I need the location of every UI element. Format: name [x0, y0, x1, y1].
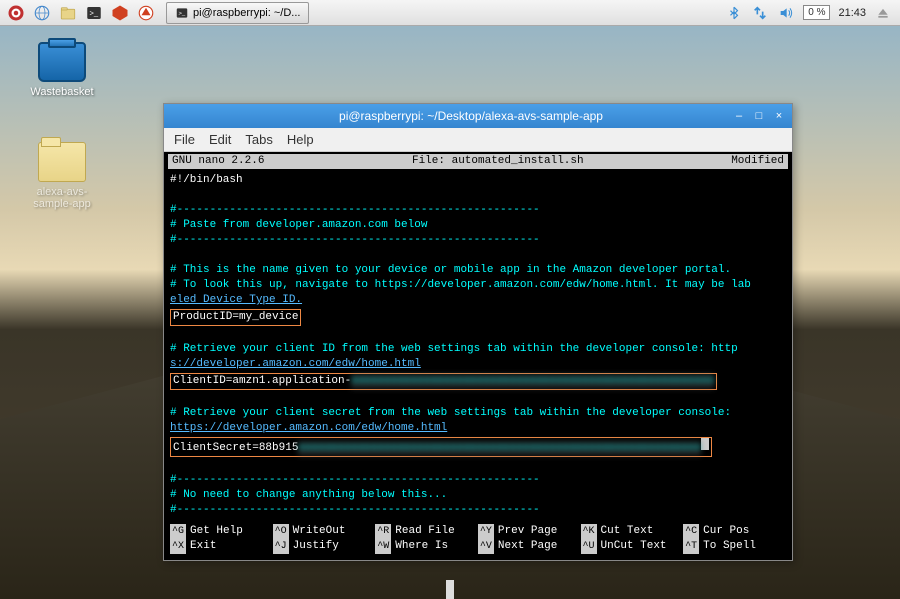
mathematica-icon[interactable] [110, 3, 130, 23]
nano-command: ^K Cut Text [581, 524, 684, 539]
desktop-icon-trash[interactable]: Wastebasket [22, 42, 102, 98]
file-manager-icon[interactable] [58, 3, 78, 23]
editor-line: #---------------------------------------… [170, 233, 786, 248]
nano-command: ^Y Prev Page [478, 524, 581, 539]
nano-key: ^G [170, 524, 186, 539]
editor-line: # Retrieve your client ID from the web s… [170, 342, 786, 357]
nano-command: ^V Next Page [478, 539, 581, 554]
editor-line: #---------------------------------------… [170, 203, 786, 218]
nano-key: ^C [683, 524, 699, 539]
maximize-button[interactable]: □ [752, 109, 766, 123]
nano-command: ^X Exit [170, 539, 273, 554]
editor-line: # No need to change anything below this.… [170, 488, 786, 503]
desktop-icon-folder[interactable]: alexa-avs-sample-app [22, 142, 102, 210]
terminal-window: pi@raspberrypi: ~/Desktop/alexa-avs-samp… [163, 103, 793, 561]
bluetooth-icon[interactable] [725, 4, 743, 22]
web-browser-icon[interactable] [32, 3, 52, 23]
volume-icon[interactable] [777, 4, 795, 22]
nano-label: Where Is [395, 539, 448, 554]
nano-label: Prev Page [498, 524, 557, 539]
cpu-usage[interactable]: 0 % [803, 5, 830, 20]
nano-label: Cur Pos [703, 524, 749, 539]
nano-label: WriteOut [293, 524, 346, 539]
taskbar-item-terminal[interactable]: >_ pi@raspberrypi: ~/D... [166, 2, 309, 24]
menu-file[interactable]: File [174, 132, 195, 147]
editor-line: #---------------------------------------… [170, 503, 786, 518]
editor-line: #!/bin/bash [170, 173, 786, 188]
editor-line: s://developer.amazon.com/edw/home.html [170, 357, 786, 372]
highlight-product-id: ProductID=my_device [170, 309, 301, 326]
nano-file: File: automated_install.sh [264, 154, 731, 169]
nano-label: Justify [293, 539, 339, 554]
editor-line: #---------------------------------------… [170, 473, 786, 488]
editor-line: # To look this up, navigate to https://d… [170, 279, 751, 291]
highlight-client-id: ClientID=amzn1.application- [173, 375, 351, 387]
nano-status: Modified [731, 154, 784, 169]
desktop-icon-label: Wastebasket [22, 86, 102, 98]
nano-label: Cut Text [601, 524, 654, 539]
redacted-text: xxxxxxxxxxxxxxxxxxxxxxxxxxxxxxxxxxxxxxxx… [351, 374, 714, 389]
nano-key: ^J [273, 539, 289, 554]
editor-line: # This is the name given to your device … [170, 263, 786, 278]
window-title: pi@raspberrypi: ~/Desktop/alexa-avs-samp… [210, 109, 732, 123]
trash-icon [38, 42, 86, 82]
editor-body[interactable]: #!/bin/bash #---------------------------… [168, 169, 788, 522]
nano-label: Read File [395, 524, 454, 539]
nano-label: UnCut Text [601, 539, 667, 554]
top-panel: >_ >_ pi@raspberrypi: ~/D... 0 % 21:43 [0, 0, 900, 26]
nano-command: ^J Justify [273, 539, 376, 554]
editor-line: https://developer.amazon.com/edw/home.ht… [170, 421, 786, 436]
terminal-icon[interactable]: >_ [84, 3, 104, 23]
text-cursor [701, 438, 709, 450]
nano-command: ^G Get Help [170, 524, 273, 539]
menubar: File Edit Tabs Help [164, 128, 792, 152]
editor-line: # Paste from developer.amazon.com below [170, 218, 786, 233]
menu-tabs[interactable]: Tabs [245, 132, 272, 147]
window-titlebar[interactable]: pi@raspberrypi: ~/Desktop/alexa-avs-samp… [164, 104, 792, 128]
editor-line: eled Device Type ID. [170, 293, 786, 308]
menu-icon[interactable] [6, 3, 26, 23]
folder-icon [38, 142, 86, 182]
nano-label: To Spell [703, 539, 756, 554]
nano-key: ^T [683, 539, 699, 554]
nano-command: ^C Cur Pos [683, 524, 786, 539]
menu-help[interactable]: Help [287, 132, 314, 147]
nano-key: ^U [581, 539, 597, 554]
nano-key: ^X [170, 539, 186, 554]
nano-key: ^W [375, 539, 391, 554]
nano-label: Next Page [498, 539, 557, 554]
redacted-text: xxxxxxxxxxxxxxxxxxxxxxxxxxxxxxxxxxxxxxxx… [298, 441, 701, 456]
highlight-client-secret: ClientSecret=88b915 [173, 442, 298, 454]
nano-key: ^V [478, 539, 494, 554]
nano-label: Exit [190, 539, 216, 554]
nano-version: GNU nano 2.2.6 [172, 154, 264, 169]
network-icon[interactable] [751, 4, 769, 22]
nano-key: ^O [273, 524, 289, 539]
menu-edit[interactable]: Edit [209, 132, 231, 147]
editor-line: # Retrieve your client secret from the w… [170, 406, 786, 421]
desktop-icon-label: alexa-avs-sample-app [22, 186, 102, 210]
nano-key: ^Y [478, 524, 494, 539]
nano-footer: ^G Get Help ^O WriteOut ^R Read File ^Y Prev Pa… [168, 522, 788, 556]
wolfram-icon[interactable] [136, 3, 156, 23]
nano-command: ^O WriteOut [273, 524, 376, 539]
nano-key: ^R [375, 524, 391, 539]
nano-key: ^K [581, 524, 597, 539]
taskbar-item-label: pi@raspberrypi: ~/D... [193, 7, 300, 19]
svg-text:>_: >_ [179, 10, 186, 16]
svg-text:>_: >_ [90, 8, 99, 17]
clock[interactable]: 21:43 [838, 7, 866, 19]
nano-label: Get Help [190, 524, 243, 539]
minimize-button[interactable]: – [732, 109, 746, 123]
terminal-area[interactable]: GNU nano 2.2.6 File: automated_install.s… [164, 152, 792, 560]
nano-header: GNU nano 2.2.6 File: automated_install.s… [168, 154, 788, 169]
close-button[interactable]: × [772, 109, 786, 123]
nano-command: ^R Read File [375, 524, 478, 539]
eject-icon[interactable] [874, 4, 892, 22]
nano-command: ^W Where Is [375, 539, 478, 554]
nano-command: ^T To Spell [683, 539, 786, 554]
nano-command: ^U UnCut Text [581, 539, 684, 554]
